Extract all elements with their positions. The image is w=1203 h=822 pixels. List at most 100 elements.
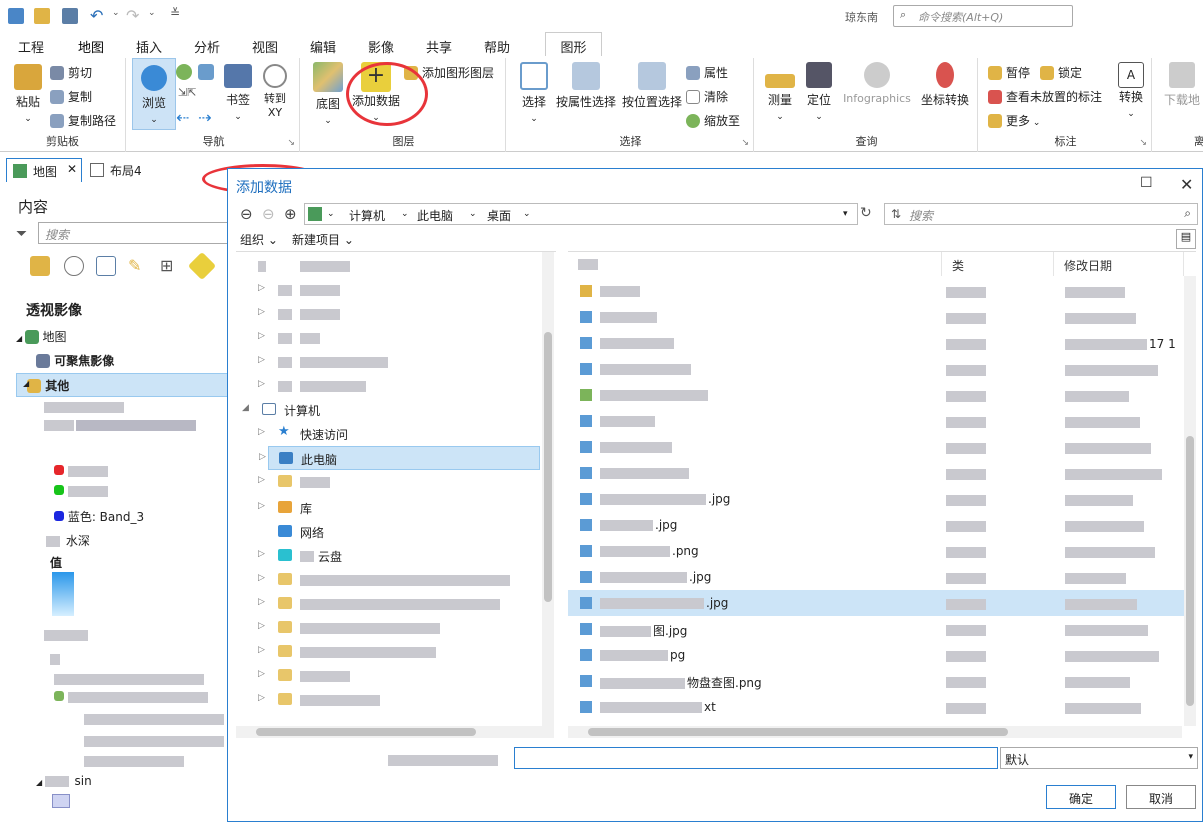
redo-icon[interactable]: ↷	[126, 6, 139, 25]
nav-item[interactable]: ▷	[236, 470, 556, 494]
filename-input[interactable]	[514, 747, 998, 769]
tree-focusable-imagery[interactable]: 可聚焦影像	[36, 352, 114, 369]
file-row[interactable]: xt	[568, 694, 1194, 720]
tab-graphics[interactable]: 图形	[545, 32, 602, 56]
file-row[interactable]	[568, 278, 1194, 304]
full-extent-icon[interactable]	[176, 64, 192, 80]
save-icon[interactable]	[62, 8, 78, 24]
customize-qat-icon[interactable]: ≚	[170, 6, 180, 20]
nav-item[interactable]: ▷	[236, 350, 556, 374]
undo-dropdown-icon[interactable]: ⌄	[112, 8, 120, 18]
close-icon[interactable]: ✕	[1180, 175, 1193, 194]
breadcrumb-desktop[interactable]: 桌面	[487, 207, 511, 224]
chevron-down-icon[interactable]: ⌄	[401, 209, 409, 219]
zoom-layer-icon[interactable]	[198, 64, 214, 80]
copy-button[interactable]: 复制	[50, 88, 92, 105]
tab-analysis[interactable]: 分析	[194, 37, 220, 56]
tab-project[interactable]: 工程	[18, 37, 44, 56]
pause-labels-button[interactable]: 暂停	[988, 64, 1030, 81]
search-icon[interactable]: ⌕	[1184, 206, 1191, 221]
close-icon[interactable]: ✕	[67, 162, 77, 176]
redo-dropdown-icon[interactable]: ⌄	[148, 8, 156, 18]
tab-edit[interactable]: 编辑	[310, 37, 336, 56]
file-row[interactable]: 物盘查图.png	[568, 668, 1194, 694]
convert-button[interactable]: A 转换 ⌄	[1114, 62, 1148, 119]
file-row[interactable]	[568, 460, 1194, 486]
maximize-icon[interactable]: ☐	[1140, 175, 1153, 191]
file-hscrollbar[interactable]	[568, 726, 1182, 738]
fixed-zoom-icon[interactable]: ⇲⇱	[178, 86, 196, 99]
attributes-button[interactable]: 属性	[686, 64, 728, 81]
tab-map-view[interactable]: 地图 ✕	[6, 158, 82, 182]
tab-map[interactable]: 地图	[75, 37, 107, 61]
nav-cloud[interactable]: ▷ 云盘	[236, 544, 556, 568]
file-row[interactable]	[568, 304, 1194, 330]
nav-item[interactable]: ▷	[236, 664, 556, 688]
snapping-icon[interactable]: ⊞	[160, 256, 173, 275]
tree-sin-layer[interactable]: ◢ sin	[36, 774, 92, 788]
nav-item[interactable]	[236, 254, 556, 278]
forward-icon[interactable]: ⊖	[262, 205, 275, 223]
sort-icon[interactable]: ⇅	[891, 207, 901, 221]
file-row[interactable]: .jpg	[568, 512, 1194, 538]
download-map-button[interactable]: 下载地	[1160, 62, 1203, 108]
tab-imagery[interactable]: 影像	[368, 37, 394, 56]
tab-share[interactable]: 共享	[426, 37, 452, 56]
file-row[interactable]	[568, 356, 1194, 382]
select-button[interactable]: 选择 ⌄	[514, 62, 554, 124]
nav-hscrollbar[interactable]	[236, 726, 554, 738]
infographics-button[interactable]: Infographics	[840, 62, 914, 105]
nav-item[interactable]: ▷	[236, 374, 556, 398]
open-project-icon[interactable]	[34, 8, 50, 24]
tab-layout[interactable]: 布局4	[84, 158, 160, 182]
ok-button[interactable]: 确定	[1046, 785, 1116, 809]
tab-view[interactable]: 视图	[252, 37, 278, 56]
history-dropdown-icon[interactable]: ▾	[843, 209, 848, 219]
file-row[interactable]	[568, 408, 1194, 434]
chevron-down-icon[interactable]: ⌄	[469, 209, 477, 219]
nav-item[interactable]: ▷	[236, 278, 556, 302]
locate-button[interactable]: 定位 ⌄	[802, 62, 836, 122]
nav-item[interactable]: ▷	[236, 688, 556, 712]
file-row[interactable]: .jpg	[568, 564, 1194, 590]
zoom-to-button[interactable]: 缩放至	[686, 112, 740, 129]
chevron-down-icon[interactable]: ⌄	[523, 209, 531, 219]
file-row[interactable]: .jpg	[568, 590, 1194, 616]
undo-icon[interactable]: ↶	[90, 6, 103, 25]
tab-insert[interactable]: 插入	[136, 37, 162, 56]
select-by-attributes-button[interactable]: 按属性选择	[554, 62, 618, 110]
cancel-button[interactable]: 取消	[1126, 785, 1196, 809]
file-row[interactable]: 17 1	[568, 330, 1194, 356]
nav-item[interactable]: ▷	[236, 592, 556, 616]
command-search-input[interactable]: ⌕ 命令搜索(Alt+Q)	[893, 5, 1073, 27]
back-icon[interactable]: ⊖	[240, 205, 253, 223]
data-source-icon[interactable]	[64, 256, 84, 276]
dialog-search-input[interactable]: ⇅ 搜索 ⌕	[884, 203, 1198, 225]
view-unplaced-button[interactable]: 查看未放置的标注	[988, 88, 1102, 105]
basemap-button[interactable]: 底图 ⌄	[308, 62, 348, 126]
measure-button[interactable]: 测量 ⌄	[762, 62, 798, 122]
file-row[interactable]: 图.jpg	[568, 616, 1194, 642]
tree-other-group[interactable]: ◢ 其他	[16, 373, 228, 397]
column-modified[interactable]: 修改日期	[1054, 252, 1184, 276]
nav-item[interactable]: ▷	[236, 302, 556, 326]
edit-icon[interactable]: ✎	[128, 256, 141, 275]
back-icon[interactable]: ⇠	[176, 108, 189, 127]
nav-scrollbar[interactable]	[542, 252, 554, 726]
address-bar[interactable]: ⌄ 计算机 ⌄ 此电脑 ⌄ 桌面 ⌄ ▾	[304, 203, 858, 225]
nav-library[interactable]: ▷ 库	[236, 496, 556, 520]
refresh-icon[interactable]: ↻	[860, 205, 872, 221]
nav-item[interactable]: ▷	[236, 616, 556, 640]
file-scrollbar[interactable]	[1184, 276, 1196, 726]
drawing-order-icon[interactable]	[30, 256, 50, 276]
view-options-icon[interactable]: ▤	[1176, 229, 1196, 249]
nav-network[interactable]: 网络	[236, 520, 556, 544]
nav-item[interactable]: ▷	[236, 640, 556, 664]
forward-icon[interactable]: ⇢	[198, 108, 211, 127]
file-row[interactable]: .jpg	[568, 486, 1194, 512]
bookmarks-button[interactable]: 书签 ⌄	[220, 64, 256, 122]
nav-quick-access[interactable]: ▷ ★ 快速访问	[236, 422, 556, 446]
organize-menu[interactable]: 组织 ⌄	[240, 231, 278, 248]
file-row[interactable]	[568, 382, 1194, 408]
file-row[interactable]: .png	[568, 538, 1194, 564]
